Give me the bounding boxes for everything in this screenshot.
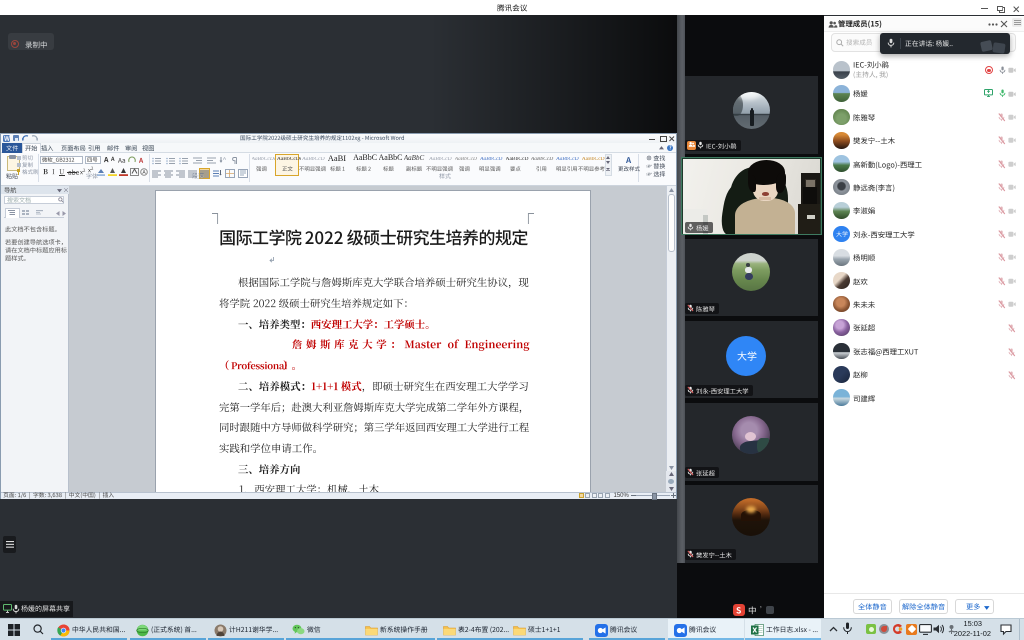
svg-text:A: A: [223, 156, 226, 161]
